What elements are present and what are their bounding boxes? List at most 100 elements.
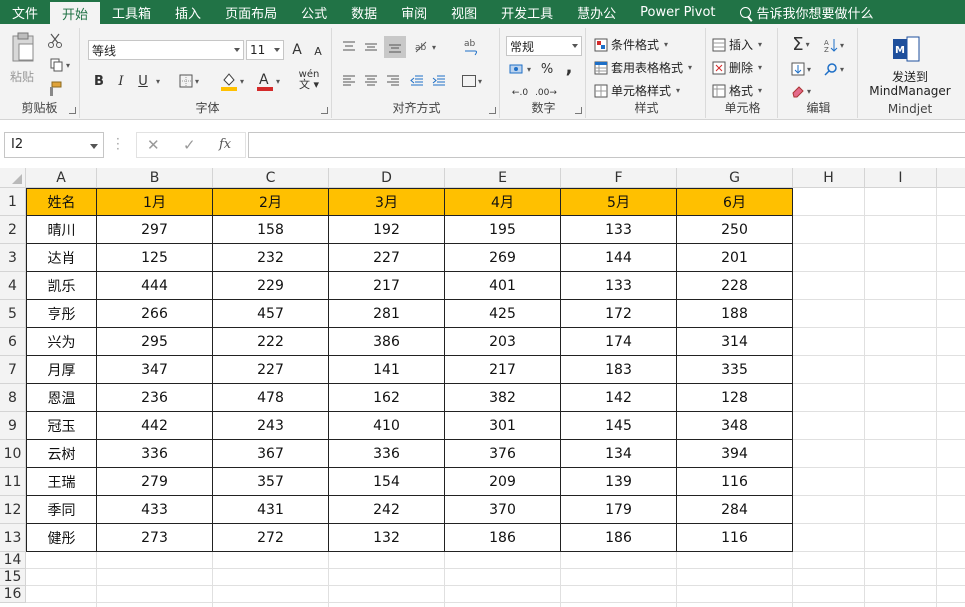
row-header-6[interactable]: 6 [0,328,26,356]
value-cell[interactable]: 188 [677,300,793,328]
value-cell[interactable]: 281 [329,300,445,328]
value-cell[interactable]: 142 [561,384,677,412]
name-cell[interactable]: 云树 [26,440,97,468]
name-cell[interactable]: 兴为 [26,328,97,356]
conditional-formatting-button[interactable]: 条件格式 ▾ [594,36,668,53]
value-cell[interactable]: 125 [97,244,213,272]
name-cell[interactable]: 月厚 [26,356,97,384]
name-box[interactable]: I2 [4,132,104,158]
value-cell[interactable]: 269 [445,244,561,272]
row-header-11[interactable]: 11 [0,468,26,496]
merge-center-icon[interactable]: ▾ [456,72,488,90]
column-header-H[interactable]: H [793,168,865,188]
font-launcher-icon[interactable] [321,107,328,114]
tab-huibangong[interactable]: 慧办公 [565,0,628,24]
value-cell[interactable]: 266 [97,300,213,328]
value-cell[interactable]: 186 [561,524,677,552]
format-as-table-button[interactable]: 套用表格格式 ▾ [594,59,692,76]
row-header-13[interactable]: 13 [0,524,26,552]
row-header-1[interactable]: 1 [0,188,26,216]
alignment-launcher-icon[interactable] [489,107,496,114]
value-cell[interactable]: 295 [97,328,213,356]
value-cell[interactable]: 227 [329,244,445,272]
row-header-12[interactable]: 12 [0,496,26,524]
column-header-I[interactable]: I [865,168,937,188]
phonetic-guide-icon[interactable]: wén 文 ▾ [294,68,324,92]
borders-icon[interactable]: ▾ [174,72,204,90]
value-cell[interactable]: 336 [97,440,213,468]
value-cell[interactable]: 141 [329,356,445,384]
value-cell[interactable]: 116 [677,468,793,496]
table-header-cell[interactable]: 5月 [561,188,677,216]
tab-review[interactable]: 审阅 [389,0,439,24]
name-cell[interactable]: 王瑞 [26,468,97,496]
format-cells-button[interactable]: 格式 ▾ [712,82,762,99]
format-painter-icon[interactable] [46,80,64,98]
name-cell[interactable]: 健彤 [26,524,97,552]
comma-style-button[interactable]: , [560,57,578,78]
value-cell[interactable]: 203 [445,328,561,356]
name-cell[interactable]: 恩温 [26,384,97,412]
value-cell[interactable]: 128 [677,384,793,412]
value-cell[interactable]: 243 [213,412,329,440]
name-cell[interactable]: 冠玉 [26,412,97,440]
underline-button[interactable]: U [134,72,152,90]
name-cell[interactable]: 达肖 [26,244,97,272]
column-header-F[interactable]: F [561,168,677,188]
value-cell[interactable]: 457 [213,300,329,328]
clear-icon[interactable]: ▾ [786,82,816,100]
delete-cells-button[interactable]: 删除 ▾ [712,59,762,76]
name-cell[interactable]: 凯乐 [26,272,97,300]
value-cell[interactable]: 425 [445,300,561,328]
value-cell[interactable]: 357 [213,468,329,496]
paste-button[interactable]: 粘贴 [10,68,34,85]
tab-formulas[interactable]: 公式 [289,0,339,24]
tab-power-pivot[interactable]: Power Pivot [628,0,727,24]
value-cell[interactable]: 284 [677,496,793,524]
value-cell[interactable]: 158 [213,216,329,244]
formula-input[interactable] [248,132,965,158]
value-cell[interactable]: 273 [97,524,213,552]
name-cell[interactable]: 晴川 [26,216,97,244]
value-cell[interactable]: 134 [561,440,677,468]
align-left-icon[interactable] [340,72,358,90]
orientation-icon[interactable]: ab ▾ [410,38,440,56]
name-cell[interactable]: 季同 [26,496,97,524]
column-header-D[interactable]: D [329,168,445,188]
copy-icon[interactable]: ▾ [46,56,74,74]
tab-file[interactable]: 文件 [0,0,50,24]
value-cell[interactable]: 394 [677,440,793,468]
value-cell[interactable]: 232 [213,244,329,272]
row-header-15[interactable]: 15 [0,569,26,586]
find-select-icon[interactable]: ▾ [820,60,848,78]
align-top-icon[interactable] [340,38,358,56]
value-cell[interactable]: 133 [561,216,677,244]
tab-toolbox[interactable]: 工具箱 [100,0,163,24]
value-cell[interactable]: 297 [97,216,213,244]
value-cell[interactable]: 229 [213,272,329,300]
value-cell[interactable]: 217 [445,356,561,384]
table-header-cell[interactable]: 3月 [329,188,445,216]
value-cell[interactable]: 279 [97,468,213,496]
sort-filter-icon[interactable]: A Z ▾ [820,36,848,54]
row-header-2[interactable]: 2 [0,216,26,244]
value-cell[interactable]: 272 [213,524,329,552]
italic-button[interactable]: I [112,72,130,90]
row-header-5[interactable]: 5 [0,300,26,328]
value-cell[interactable]: 386 [329,328,445,356]
row-header-8[interactable]: 8 [0,384,26,412]
value-cell[interactable]: 433 [97,496,213,524]
value-cell[interactable]: 186 [445,524,561,552]
number-format-select[interactable]: 常规 [506,36,582,56]
value-cell[interactable]: 347 [97,356,213,384]
value-cell[interactable]: 444 [97,272,213,300]
value-cell[interactable]: 236 [97,384,213,412]
value-cell[interactable]: 195 [445,216,561,244]
row-header-16[interactable]: 16 [0,586,26,603]
value-cell[interactable]: 314 [677,328,793,356]
send-to-button-line2[interactable]: MindManager [860,84,960,98]
table-header-cell[interactable]: 4月 [445,188,561,216]
row-header-4[interactable]: 4 [0,272,26,300]
wrap-text-icon[interactable]: ab [460,36,482,58]
table-header-cell[interactable]: 6月 [677,188,793,216]
